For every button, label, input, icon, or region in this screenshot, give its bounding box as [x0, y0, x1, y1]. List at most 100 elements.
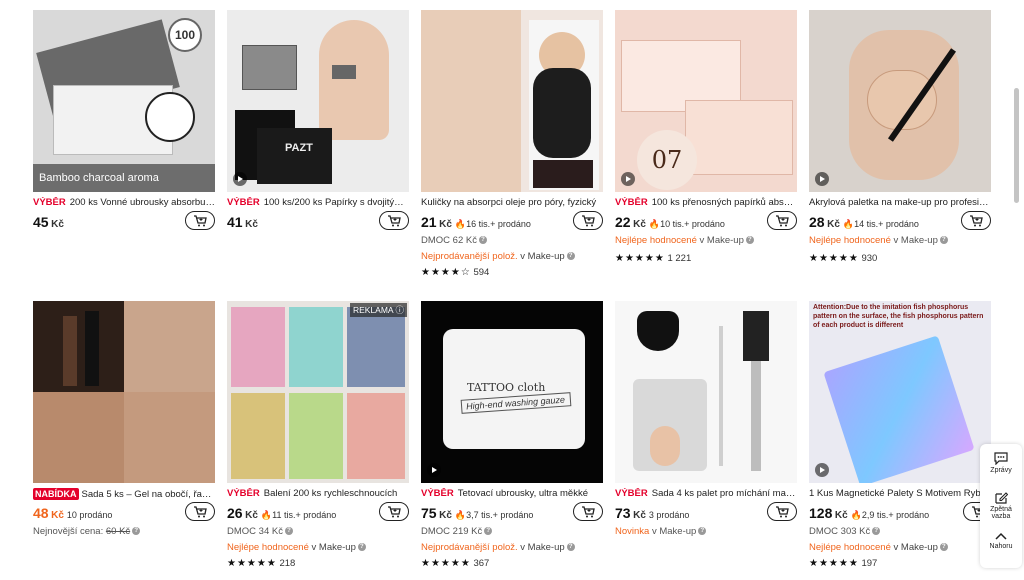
- rank-category: v Make-up: [520, 542, 565, 553]
- previous-price-value: 60 Kč: [105, 526, 131, 537]
- roller-body-shape: [533, 68, 591, 158]
- product-title[interactable]: VÝBĚR100 ks/200 ks Papírky s dvojitým ef…: [227, 197, 409, 209]
- play-icon[interactable]: [815, 463, 829, 477]
- paper-case-shape: [685, 100, 793, 175]
- product-image[interactable]: Attention:Due to the imitation fish phos…: [809, 301, 991, 483]
- product-image[interactable]: [615, 301, 797, 483]
- currency: Kč: [245, 219, 258, 230]
- scrollbar[interactable]: [1014, 88, 1019, 203]
- choice-tag: VÝBĚR: [227, 488, 260, 499]
- info-icon[interactable]: ?: [939, 543, 948, 552]
- product-image[interactable]: [421, 10, 603, 192]
- product-title[interactable]: VÝBĚR Tetovací ubrousky, ultra měkké: [421, 488, 603, 500]
- rank-line[interactable]: Nejlépe hodnocené v Make-up?: [615, 235, 754, 246]
- back-to-top-button[interactable]: Nahoru: [980, 531, 1022, 550]
- info-icon[interactable]: ?: [357, 543, 366, 552]
- add-to-cart-button[interactable]: [185, 211, 215, 230]
- rank-line[interactable]: Nejprodávanější polož. v Make-up?: [421, 251, 575, 262]
- rank-line[interactable]: Nejlépe hodnocené v Make-up?: [809, 542, 948, 553]
- rank-line[interactable]: Nejprodávanější polož. v Make-up?: [421, 542, 575, 553]
- product-image[interactable]: 100 Bamboo charcoal aroma: [33, 10, 215, 192]
- rank-line[interactable]: Nejlépe hodnocené v Make-up?: [227, 542, 366, 553]
- price-line: 28 Kč 🔥14 tis.+ prodáno: [809, 214, 919, 230]
- price-line: 41 Kč: [227, 214, 261, 230]
- add-to-cart-button[interactable]: [961, 211, 991, 230]
- info-icon[interactable]: ?: [132, 527, 141, 536]
- info-icon[interactable]: ?: [872, 527, 881, 536]
- ad-label[interactable]: REKLAMA ⓘ: [349, 303, 407, 317]
- sponge-shape: [637, 311, 679, 351]
- previous-price: Nejnovější cena: 60 Kč?: [33, 526, 141, 537]
- choice-tag: VÝBĚR: [227, 197, 260, 208]
- sold-count: 10 tis.+ prodáno: [660, 219, 725, 229]
- sold-count: 14 tis.+ prodáno: [854, 219, 919, 229]
- cart-icon: [776, 214, 789, 226]
- info-icon[interactable]: ?: [745, 236, 754, 245]
- info-icon[interactable]: ?: [484, 527, 493, 536]
- product-title[interactable]: VÝBĚR Balení 200 ks rychleschnoucích: [227, 488, 409, 500]
- add-to-cart-button[interactable]: [573, 211, 603, 230]
- play-icon[interactable]: [621, 172, 635, 186]
- choice-tag: VÝBĚR: [615, 197, 648, 208]
- product-title[interactable]: VÝBĚR200 ks Vonné ubrousky absorbující o…: [33, 197, 215, 209]
- number-badge: 07: [637, 130, 697, 190]
- info-icon[interactable]: ?: [566, 543, 575, 552]
- flame-icon: 🔥: [842, 219, 855, 229]
- product-title[interactable]: NABÍDKA Sada 5 ks – Gel na obočí, řasenka: [33, 488, 215, 501]
- currency: Kč: [439, 510, 452, 521]
- rating-line: ★★★★★ 1 221: [615, 253, 691, 264]
- info-icon[interactable]: ?: [284, 527, 293, 536]
- play-icon[interactable]: [427, 463, 441, 477]
- product-title[interactable]: VÝBĚR100 ks přenosných papírků absorbují…: [615, 197, 797, 209]
- add-to-cart-button[interactable]: [185, 502, 215, 521]
- product-image[interactable]: PAZT: [227, 10, 409, 192]
- chevron-up-icon: [995, 532, 1007, 540]
- rank-line[interactable]: Novinka v Make-up?: [615, 526, 707, 537]
- add-to-cart-button[interactable]: [379, 502, 409, 521]
- rank-line[interactable]: Nejlépe hodnocené v Make-up?: [809, 235, 948, 246]
- add-to-cart-button[interactable]: [379, 211, 409, 230]
- rank-label: Nejprodávanější polož.: [421, 542, 518, 553]
- rank-category: v Make-up: [311, 542, 356, 553]
- price-line: 22 Kč 🔥10 tis.+ prodáno: [615, 214, 725, 230]
- choice-tag: VÝBĚR: [421, 488, 454, 499]
- reference-price: DMOC 219 Kč?: [421, 526, 493, 537]
- play-icon[interactable]: [815, 172, 829, 186]
- product-image[interactable]: 07: [615, 10, 797, 192]
- product-title-text: 100 ks přenosných papírků absorbujících: [651, 197, 797, 208]
- product-image[interactable]: [33, 301, 215, 483]
- product-title-text: 200 ks Vonné ubrousky absorbující olej: [69, 197, 215, 208]
- rating-line: ★★★★☆ 594: [421, 267, 489, 278]
- info-icon[interactable]: ?: [939, 236, 948, 245]
- product-title[interactable]: 1 Kus Magnetické Palety S Motivem Rybích: [809, 488, 991, 500]
- price-line: 75 Kč 🔥3,7 tis.+ prodáno: [421, 505, 533, 521]
- messages-button[interactable]: Zprávy: [980, 452, 1022, 474]
- price: 21: [421, 214, 437, 230]
- add-to-cart-button[interactable]: [767, 211, 797, 230]
- review-count: 197: [861, 558, 878, 569]
- play-icon[interactable]: [233, 172, 247, 186]
- reference-price: DMOC 34 Kč?: [227, 526, 293, 537]
- product-image[interactable]: TATTOO cloth High-end washing gauze: [421, 301, 603, 483]
- rank-category: v Make-up: [699, 235, 744, 246]
- product-title[interactable]: Akrylová paletka na make-up pro profesio…: [809, 197, 991, 209]
- volcanic-stone-shape: [533, 160, 593, 188]
- reference-price: DMOC 303 Kč?: [809, 526, 881, 537]
- feedback-button[interactable]: Zpětná vazba: [980, 491, 1022, 520]
- product-title-text: Balení 200 ks rychleschnoucích: [263, 488, 398, 499]
- tube-shape: [85, 311, 99, 386]
- flame-icon: 🔥: [454, 510, 467, 520]
- product-title[interactable]: VÝBĚRSada 4 ks palet pro míchání make-up…: [615, 488, 797, 500]
- product-title[interactable]: Kuličky na absorpci oleje pro póry, fyzi…: [421, 197, 603, 209]
- add-to-cart-button[interactable]: [767, 502, 797, 521]
- product-image[interactable]: REKLAMA ⓘ: [227, 301, 409, 483]
- info-icon[interactable]: ?: [478, 236, 487, 245]
- rank-category: v Make-up: [893, 542, 938, 553]
- info-icon[interactable]: ?: [698, 527, 707, 536]
- review-count: 367: [473, 558, 490, 569]
- info-icon[interactable]: ?: [566, 252, 575, 261]
- paper-stack-shape: [347, 393, 405, 479]
- product-image[interactable]: [809, 10, 991, 192]
- rating-line: ★★★★★ 930: [809, 253, 877, 264]
- add-to-cart-button[interactable]: [573, 502, 603, 521]
